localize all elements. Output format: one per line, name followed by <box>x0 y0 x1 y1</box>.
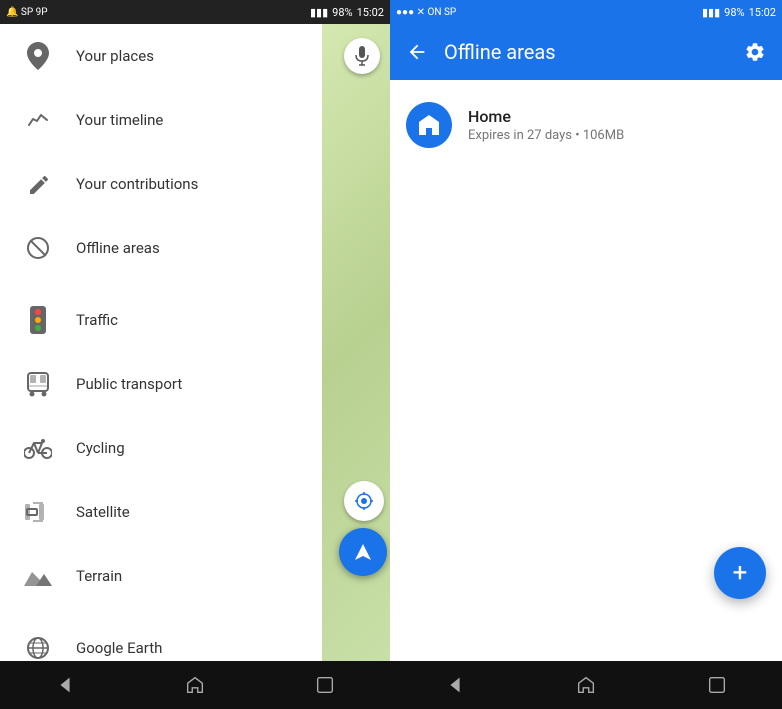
nav-bar-right <box>390 661 782 709</box>
timeline-icon <box>20 102 56 138</box>
terrain-icon <box>20 558 56 594</box>
pin-icon <box>20 38 56 74</box>
bike-icon <box>20 430 56 466</box>
status-right-info: ▮▮▮ 98% 15:02 <box>310 6 384 19</box>
recents-nav-button-right[interactable] <box>701 669 733 701</box>
fab-icon: + <box>733 558 748 588</box>
mic-button[interactable] <box>344 38 380 74</box>
add-area-fab[interactable]: + <box>714 547 766 599</box>
left-panel: 🔔 SP 9P ▮▮▮ 98% 15:02 Your places Your t… <box>0 0 390 709</box>
status-right-right-info: ▮▮▮ 98% 15:02 <box>702 6 776 19</box>
status-left-icons: 🔔 SP 9P <box>6 7 48 18</box>
right-panel: ●●● ✕ ON SP ▮▮▮ 98% 15:02 Offline areas <box>390 0 782 709</box>
settings-button[interactable] <box>744 41 766 63</box>
offline-item-icon <box>406 102 452 148</box>
bus-icon <box>20 366 56 402</box>
offline-item-name: Home <box>468 107 766 126</box>
home-nav-button[interactable] <box>179 669 211 701</box>
offline-item-text: Home Expires in 27 days • 106MB <box>468 107 766 143</box>
map-peek <box>322 24 390 661</box>
status-bar-left: 🔔 SP 9P ▮▮▮ 98% 15:02 <box>0 0 390 24</box>
offline-item-home[interactable]: Home Expires in 27 days • 106MB <box>390 88 782 162</box>
status-right-left-icons: ●●● ✕ ON SP <box>396 7 456 18</box>
nav-bar-left <box>0 661 390 709</box>
offline-icon <box>20 230 56 266</box>
status-bar-right: ●●● ✕ ON SP ▮▮▮ 98% 15:02 <box>390 0 782 24</box>
menu-label-google-earth: Google Earth <box>76 639 346 657</box>
toolbar: Offline areas <box>390 24 782 80</box>
edit-icon <box>20 166 56 202</box>
right-content-wrapper: Home Expires in 27 days • 106MB + <box>390 80 782 661</box>
satellite-icon <box>20 494 56 530</box>
location-button[interactable] <box>344 481 384 521</box>
back-nav-button[interactable] <box>49 669 81 701</box>
offline-item-subtitle: Expires in 27 days • 106MB <box>468 128 766 143</box>
toolbar-title: Offline areas <box>444 40 728 64</box>
back-nav-button-right[interactable] <box>439 669 471 701</box>
home-nav-button-right[interactable] <box>570 669 602 701</box>
earth-icon <box>20 630 56 661</box>
back-button[interactable] <box>406 41 428 63</box>
traffic-icon <box>20 302 56 338</box>
recents-nav-button[interactable] <box>309 669 341 701</box>
navigate-button[interactable] <box>339 528 387 576</box>
